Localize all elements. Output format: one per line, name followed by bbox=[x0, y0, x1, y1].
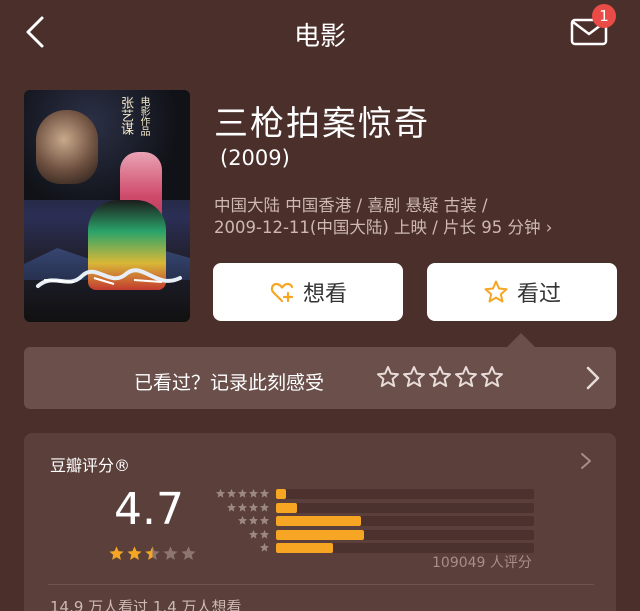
star-icon bbox=[127, 546, 142, 560]
movie-meta-line-1[interactable]: 中国大陆 中国香港 / 喜剧 悬疑 古装 / bbox=[214, 192, 488, 216]
star-icon bbox=[259, 529, 270, 539]
chevron-right-icon: › bbox=[545, 218, 553, 237]
star-icon bbox=[248, 515, 259, 525]
distribution-track bbox=[276, 529, 534, 540]
star-icon bbox=[215, 488, 226, 498]
chevron-right-icon[interactable] bbox=[580, 452, 592, 470]
movie-meta-release: 2009-12-11(中国大陆) 上映 / 片长 95 分钟 bbox=[214, 218, 541, 237]
poster-face bbox=[36, 110, 98, 184]
rating-score: 4.7 bbox=[114, 484, 184, 535]
distribution-stars bbox=[210, 542, 270, 554]
star-icon bbox=[259, 515, 270, 525]
distribution-row-5 bbox=[210, 488, 534, 502]
star-icon bbox=[226, 488, 237, 498]
distribution-row-2 bbox=[210, 529, 534, 543]
star-icon bbox=[259, 488, 270, 498]
page-title: 电影 bbox=[293, 22, 346, 52]
star-icon bbox=[259, 542, 270, 552]
star-icon bbox=[237, 488, 248, 498]
distribution-stars bbox=[210, 515, 270, 527]
star-icon bbox=[237, 502, 248, 512]
want-to-watch-label: 想看 bbox=[302, 282, 347, 307]
star-outline-icon bbox=[377, 366, 399, 387]
watch-stats: 14.9 万人看过 1.4 万人想看 bbox=[50, 598, 242, 611]
star-outline-icon bbox=[403, 366, 425, 387]
record-feeling-prompt: 已看过？记录此刻感受 bbox=[134, 372, 325, 394]
want-to-watch-button[interactable]: 想看 bbox=[213, 263, 403, 321]
distribution-track bbox=[276, 502, 534, 513]
watched-label: 看过 bbox=[516, 282, 561, 307]
distribution-track bbox=[276, 489, 534, 499]
star-outline-icon bbox=[429, 366, 451, 387]
movie-meta-line-2[interactable]: 2009-12-11(中国大陆) 上映 / 片长 95 分钟 › bbox=[214, 214, 552, 238]
notification-badge: 1 bbox=[592, 4, 616, 28]
star-icon bbox=[248, 488, 259, 498]
star-outline-icon bbox=[484, 280, 508, 303]
star-icon bbox=[145, 546, 160, 560]
movie-title: 三枪拍案惊奇 bbox=[214, 104, 430, 144]
star-icon bbox=[109, 546, 124, 560]
poster-title-calligraphy bbox=[36, 268, 182, 288]
distribution-row-4 bbox=[210, 502, 534, 516]
score-stars bbox=[108, 545, 197, 562]
star-icon bbox=[237, 515, 248, 525]
star-outline-icon bbox=[481, 366, 503, 387]
top-bar: 电影 1 bbox=[0, 0, 640, 64]
distribution-stars bbox=[210, 502, 270, 514]
rating-count: 109049 人评分 bbox=[432, 555, 532, 571]
divider bbox=[48, 584, 594, 585]
watched-button[interactable]: 看过 bbox=[427, 263, 617, 321]
star-icon bbox=[181, 546, 196, 560]
distribution-bar bbox=[276, 543, 333, 553]
star-icon bbox=[163, 546, 178, 560]
chevron-right-icon[interactable] bbox=[584, 364, 602, 392]
rating-distribution bbox=[210, 488, 534, 556]
star-outline-icon bbox=[455, 366, 477, 387]
distribution-stars bbox=[210, 488, 270, 500]
distribution-bar bbox=[276, 489, 287, 499]
distribution-track bbox=[276, 516, 534, 526]
poster-director-suffix: 电影作品 bbox=[138, 96, 149, 136]
rate-stars[interactable] bbox=[376, 365, 504, 389]
rating-source-label: 豆瓣评分® bbox=[50, 456, 131, 475]
poster-director-name: 张艺谋 bbox=[118, 96, 133, 135]
star-icon bbox=[248, 502, 259, 512]
movie-year: (2009) bbox=[220, 146, 290, 170]
star-icon bbox=[248, 529, 259, 539]
star-icon bbox=[226, 502, 237, 512]
distribution-row-3 bbox=[210, 515, 534, 529]
distribution-bar bbox=[276, 516, 362, 526]
distribution-bar bbox=[276, 502, 297, 513]
distribution-stars bbox=[210, 529, 270, 541]
star-icon bbox=[259, 502, 270, 512]
heart-plus-icon bbox=[270, 282, 294, 303]
movie-poster[interactable]: 张艺谋 电影作品 bbox=[24, 90, 190, 322]
record-bar-pointer bbox=[506, 333, 536, 348]
distribution-bar bbox=[276, 529, 364, 540]
